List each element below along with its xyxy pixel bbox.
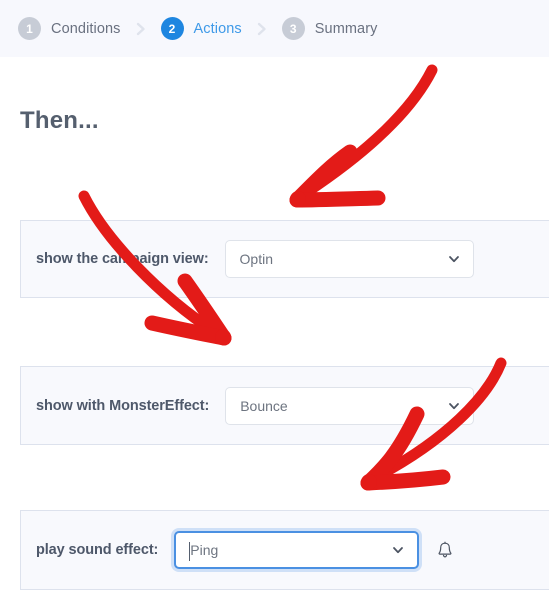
stepper-step-conditions[interactable]: 1 Conditions bbox=[18, 17, 121, 40]
stepper-step-number-2: 2 bbox=[160, 17, 184, 40]
bell-icon[interactable] bbox=[433, 538, 457, 562]
action-row-monstereffect: show with MonsterEffect: Bounce bbox=[20, 366, 549, 445]
stepper-step-label-summary: Summary bbox=[314, 20, 378, 37]
campaign-view-select[interactable]: Optin bbox=[224, 240, 474, 278]
action-label-monstereffect: show with MonsterEffect: bbox=[36, 397, 210, 414]
action-label-sound-effect: play sound effect: bbox=[36, 542, 159, 558]
actions-content: Then... show the campaign view: Optin sh… bbox=[0, 57, 549, 590]
stepper-step-number-1: 1 bbox=[18, 17, 41, 40]
chevron-down-icon bbox=[391, 543, 405, 557]
chevron-down-icon bbox=[447, 399, 461, 413]
stepper-step-number-3: 3 bbox=[281, 17, 305, 40]
action-row-sound-effect: play sound effect: Ping bbox=[20, 510, 549, 590]
chevron-right-icon bbox=[133, 21, 149, 37]
page-title: Then... bbox=[20, 107, 99, 134]
campaign-view-select-value: Optin bbox=[239, 251, 274, 267]
stepper-step-actions[interactable]: 2 Actions bbox=[160, 17, 242, 40]
stepper-step-summary[interactable]: 3 Summary bbox=[281, 17, 378, 40]
action-row-campaign-view: show the campaign view: Optin bbox=[20, 220, 549, 298]
text-caret bbox=[189, 542, 191, 561]
wizard-stepper: 1 Conditions 2 Actions 3 Summary bbox=[0, 0, 549, 57]
stepper-step-label-actions: Actions bbox=[193, 20, 242, 37]
monstereffect-select[interactable]: Bounce bbox=[225, 386, 475, 425]
sound-effect-select-value: Ping bbox=[190, 542, 219, 558]
action-label-campaign-view: show the campaign view: bbox=[36, 251, 209, 267]
chevron-right-icon bbox=[254, 21, 270, 37]
stepper-step-label-conditions: Conditions bbox=[51, 20, 121, 37]
chevron-down-icon bbox=[447, 252, 461, 266]
monstereffect-select-value: Bounce bbox=[240, 397, 288, 414]
sound-effect-select[interactable]: Ping bbox=[174, 531, 420, 569]
